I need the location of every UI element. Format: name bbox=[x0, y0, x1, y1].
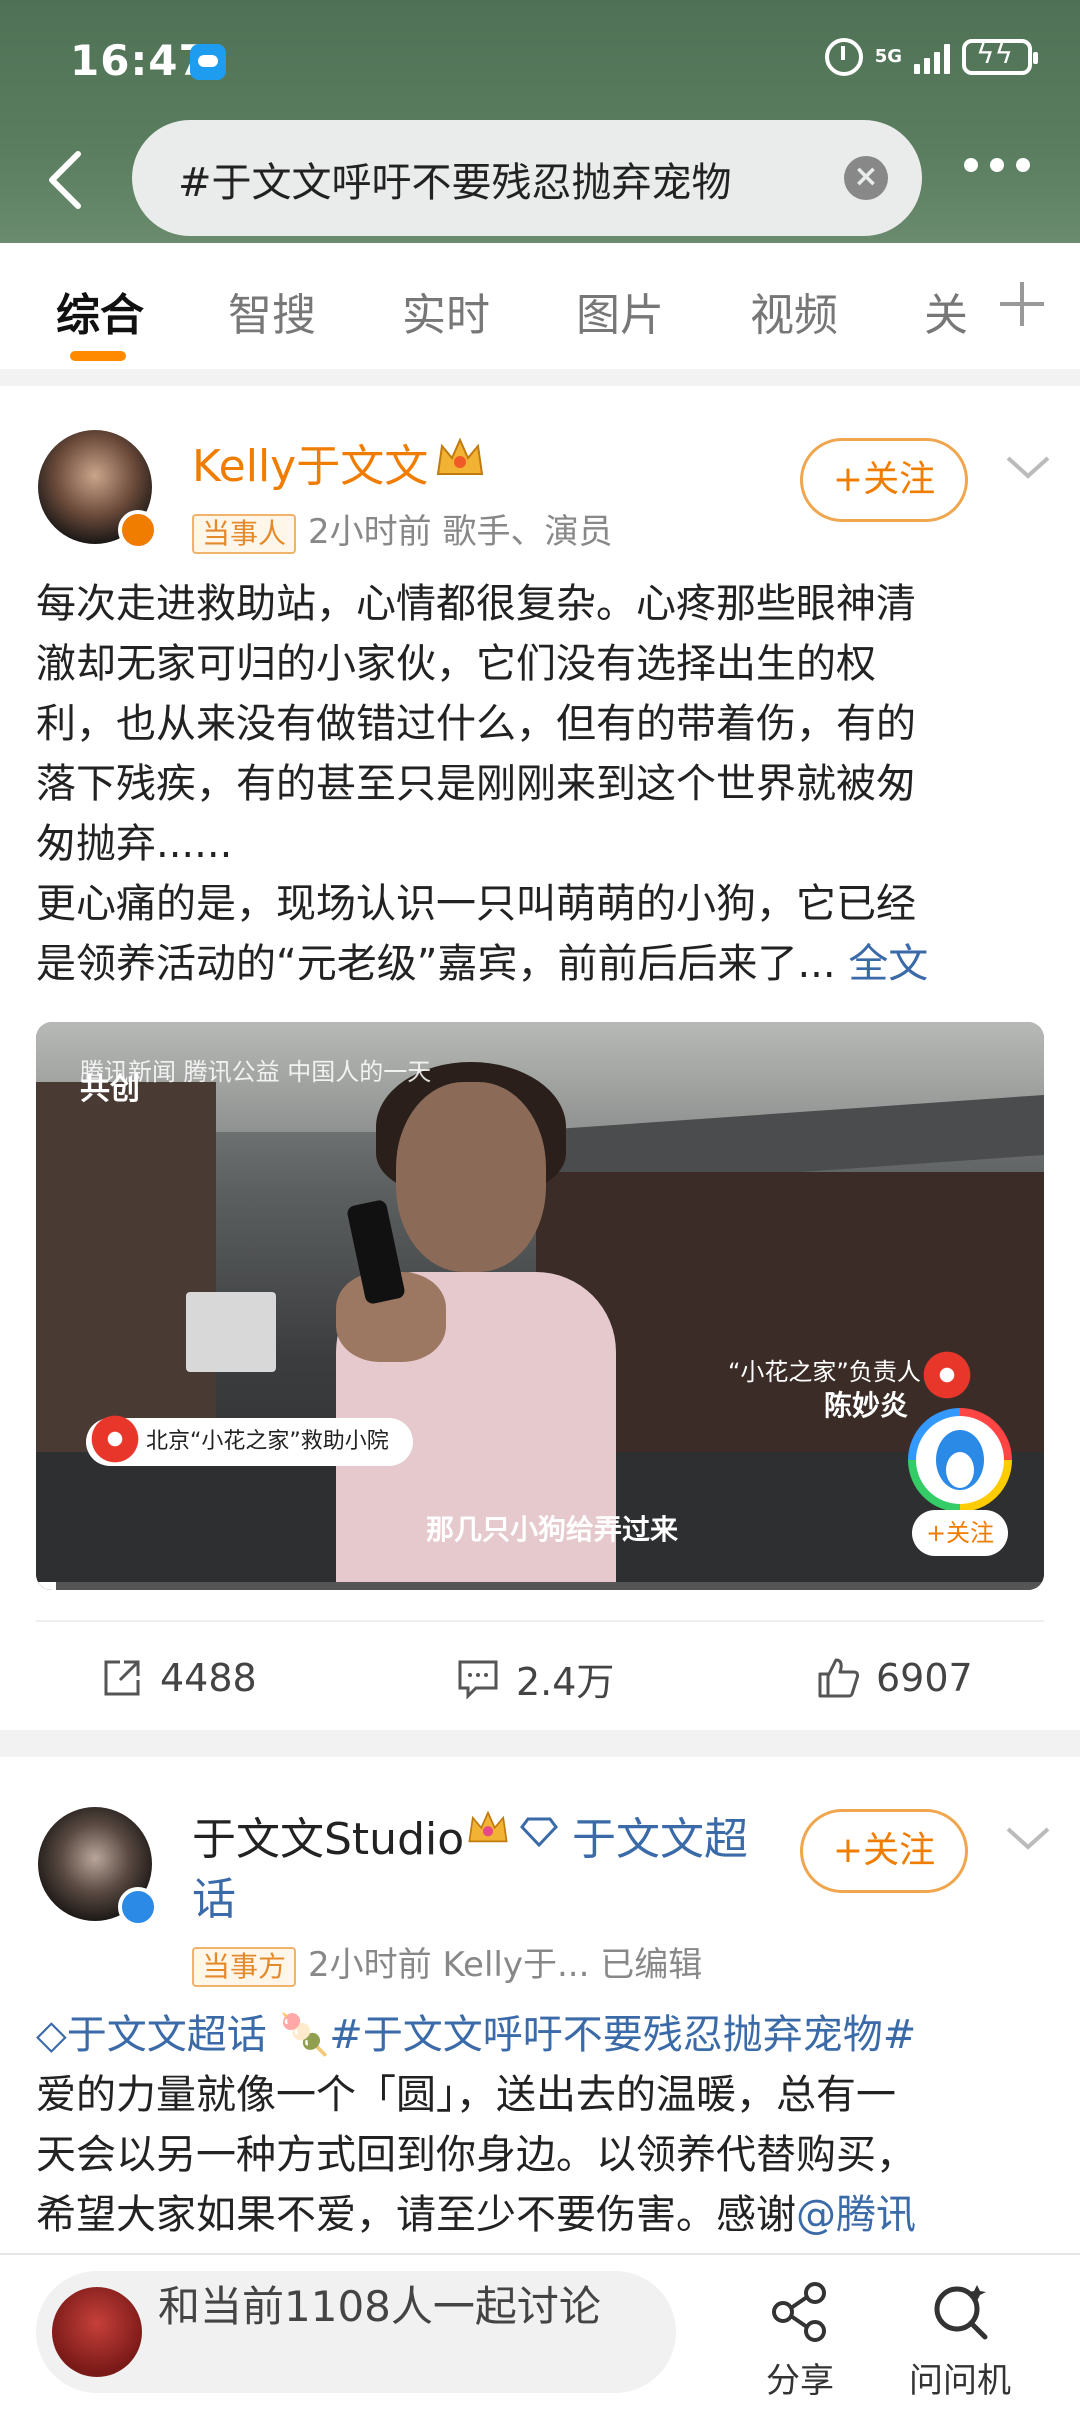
ask-label: 问问机 bbox=[909, 2361, 1011, 2401]
topic-link[interactable]: 于文文超话 bbox=[67, 2012, 267, 2058]
tab-realtime[interactable]: 实时 bbox=[402, 279, 490, 343]
video-player[interactable]: 腾讯新闻 腾讯公益 中国人的一天 共创 北京“小花之家”救助小院 “小花之家”负… bbox=[36, 1022, 1044, 1590]
post-card: Kelly于文文 当事人 2小时前 歌手、演员 +关注 每次走进救助站，心情都很复… bbox=[0, 386, 1080, 1730]
tab-images[interactable]: 图片 bbox=[576, 279, 664, 343]
post-text-truncated: 是领养活动的“元老级”嘉宾，前前后后来了... bbox=[36, 941, 836, 987]
divider bbox=[36, 1620, 1044, 1622]
like-button[interactable]: 6907 bbox=[816, 1648, 973, 1708]
share-bottom-button[interactable]: 分享 bbox=[740, 2279, 860, 2402]
thumbs-up-icon bbox=[818, 1658, 860, 1698]
video-follow-button[interactable]: +关注 bbox=[912, 1510, 1008, 1556]
signal-icon bbox=[914, 40, 950, 74]
role-tag: 当事人 bbox=[192, 513, 297, 554]
post-text-fragment: 希望大家如果不爱，请至少不要伤害。感谢 bbox=[36, 2192, 796, 2238]
share-button[interactable]: 4488 bbox=[100, 1648, 257, 1708]
flower-icon bbox=[88, 1412, 142, 1466]
share-nodes-icon bbox=[772, 2282, 826, 2342]
video-credit-role: “小花之家”负责人 bbox=[728, 1358, 921, 1386]
comment-icon bbox=[458, 1660, 498, 1700]
supertopic-link-continued[interactable]: 话 bbox=[192, 1863, 236, 1927]
alarm-icon bbox=[824, 38, 863, 76]
post-text-line: 希望大家如果不爱，请至少不要伤害。感谢@腾讯 bbox=[36, 2185, 1046, 2245]
ask-search-icon bbox=[934, 2285, 988, 2340]
share-label: 分享 bbox=[766, 2361, 834, 2401]
weibo-search-page: 16:47 5G #于文文呼吁不要残忍抛弃宠物 × 综合 智搜 实时 bbox=[0, 0, 1080, 2412]
supertopic-diamond-icon bbox=[520, 1817, 558, 1847]
back-arrow-icon[interactable] bbox=[44, 150, 88, 210]
clear-search-icon[interactable]: × bbox=[844, 156, 888, 200]
status-indicators: 5G bbox=[824, 37, 1038, 76]
header: 16:47 5G #于文文呼吁不要残忍抛弃宠物 × bbox=[0, 0, 1080, 243]
post-time-role: 2小时前 歌手、演员 bbox=[308, 512, 613, 552]
ask-bottom-button[interactable]: 问问机 bbox=[900, 2279, 1020, 2402]
status-time: 16:47 bbox=[70, 36, 209, 85]
search-input[interactable]: #于文文呼吁不要残忍抛弃宠物 × bbox=[132, 120, 922, 236]
video-progress-bar[interactable] bbox=[36, 1582, 1044, 1590]
post-meta: 当事人 2小时前 歌手、演员 bbox=[192, 504, 612, 554]
role-tag: 当事方 bbox=[192, 1946, 297, 1987]
post-meta: 当事方 2小时前 Kelly于... 已编辑 bbox=[192, 1937, 702, 1987]
share-icon bbox=[104, 1660, 140, 1696]
search-query: #于文文呼吁不要残忍抛弃宠物 bbox=[178, 160, 732, 206]
search-tabs: 综合 智搜 实时 图片 视频 关 bbox=[0, 243, 1080, 369]
follow-button[interactable]: +关注 bbox=[800, 1809, 968, 1893]
chat-notification-icon bbox=[190, 44, 226, 80]
comment-count: 2.4万 bbox=[516, 1659, 615, 1704]
video-scene bbox=[396, 1082, 546, 1272]
post-text-line: 爱的力量就像一个「圆」，送出去的温暖，总有一 bbox=[36, 2072, 896, 2118]
bottom-bar: 和当前1108人一起讨论 分享 问问机 bbox=[0, 2253, 1080, 2412]
post-text-last-line: 是领养活动的“元老级”嘉宾，前前后后来了... 全文 bbox=[36, 934, 1046, 994]
discussion-text: 和当前1108人一起讨论 bbox=[158, 2282, 601, 2331]
post-text-line: 利，也从来没有做错过什么，但有的带着伤，有的 bbox=[36, 701, 916, 747]
supertopic-diamond-icon: ◇ bbox=[36, 2012, 67, 2058]
flower-icon bbox=[920, 1348, 974, 1402]
add-tab-icon[interactable] bbox=[1000, 282, 1044, 326]
comment-button[interactable]: 2.4万 bbox=[456, 1648, 614, 1708]
like-count: 6907 bbox=[876, 1656, 973, 1700]
video-scene bbox=[186, 1292, 276, 1372]
cocreate-label: 共创 bbox=[80, 1072, 140, 1107]
verified-badge-icon bbox=[118, 1887, 158, 1927]
discussion-avatar bbox=[52, 2287, 142, 2377]
verified-badge-icon bbox=[118, 510, 158, 550]
video-progress-fill bbox=[36, 1582, 57, 1590]
active-tab-indicator bbox=[70, 351, 126, 361]
share-count: 4488 bbox=[160, 1656, 257, 1700]
video-subtitle: 那几只小狗给弄过来 bbox=[426, 1513, 679, 1546]
follow-button[interactable]: +关注 bbox=[800, 438, 968, 522]
post-text-line: 每次走进救助站，心情都很复杂。心疼那些眼神清 bbox=[36, 581, 916, 627]
discussion-entry[interactable]: 和当前1108人一起讨论 bbox=[36, 2271, 676, 2393]
chevron-down-icon[interactable] bbox=[1004, 452, 1052, 482]
author-name[interactable]: Kelly于文文 bbox=[192, 430, 428, 494]
candy-icon: 🍡 bbox=[279, 2012, 330, 2058]
penguin-avatar-icon bbox=[936, 1430, 984, 1490]
post-text-line: 匆抛弃...... bbox=[36, 821, 233, 867]
post-topic-line: ◇于文文超话 🍡#于文文呼吁不要残忍抛弃宠物# bbox=[36, 2005, 1046, 2065]
tab-videos[interactable]: 视频 bbox=[750, 279, 838, 343]
author-name[interactable]: 于文文Studio bbox=[192, 1803, 464, 1867]
post-text-line: 更心痛的是，现场认识一只叫萌萌的小狗，它已经 bbox=[36, 881, 916, 927]
post-body: ◇于文文超话 🍡#于文文呼吁不要残忍抛弃宠物# 爱的力量就像一个「圆」，送出去的… bbox=[36, 2005, 1046, 2245]
full-text-link[interactable]: 全文 bbox=[848, 941, 928, 987]
more-options-icon[interactable] bbox=[964, 158, 1030, 172]
tab-comprehensive[interactable]: 综合 bbox=[56, 279, 144, 343]
post-text-line: 天会以另一种方式回到你身边。以领养代替购买， bbox=[36, 2132, 916, 2178]
network-label: 5G bbox=[874, 46, 902, 67]
post-time-source: 2小时前 Kelly于... 已编辑 bbox=[308, 1945, 703, 1985]
tab-related[interactable]: 关 bbox=[924, 279, 968, 343]
chevron-down-icon[interactable] bbox=[1004, 1823, 1052, 1853]
tab-smart-search[interactable]: 智搜 bbox=[228, 279, 316, 343]
post-card: 于文文Studio 于文文超 话 当事方 2小时前 Kelly于... 已编辑 +… bbox=[0, 1757, 1080, 2257]
battery-charging-icon bbox=[962, 37, 1038, 75]
post-text-line: 落下残疾，有的甚至只是刚刚来到这个世界就被匆 bbox=[36, 761, 916, 807]
crown-icon bbox=[468, 1810, 508, 1843]
crown-icon bbox=[436, 437, 484, 475]
hashtag-link[interactable]: #于文文呼吁不要残忍抛弃宠物# bbox=[329, 2012, 916, 2058]
video-credit-name: 陈妙炎 bbox=[824, 1389, 909, 1422]
status-bar: 16:47 5G bbox=[0, 0, 1080, 120]
supertopic-link[interactable]: 于文文超 bbox=[572, 1803, 748, 1867]
post-text-line: 澈却无家可归的小家伙，它们没有选择出生的权 bbox=[36, 641, 876, 687]
post-body: 每次走进救助站，心情都很复杂。心疼那些眼神清 澈却无家可归的小家伙，它们没有选择… bbox=[36, 574, 1046, 994]
mention-link[interactable]: @腾讯 bbox=[796, 2192, 916, 2238]
